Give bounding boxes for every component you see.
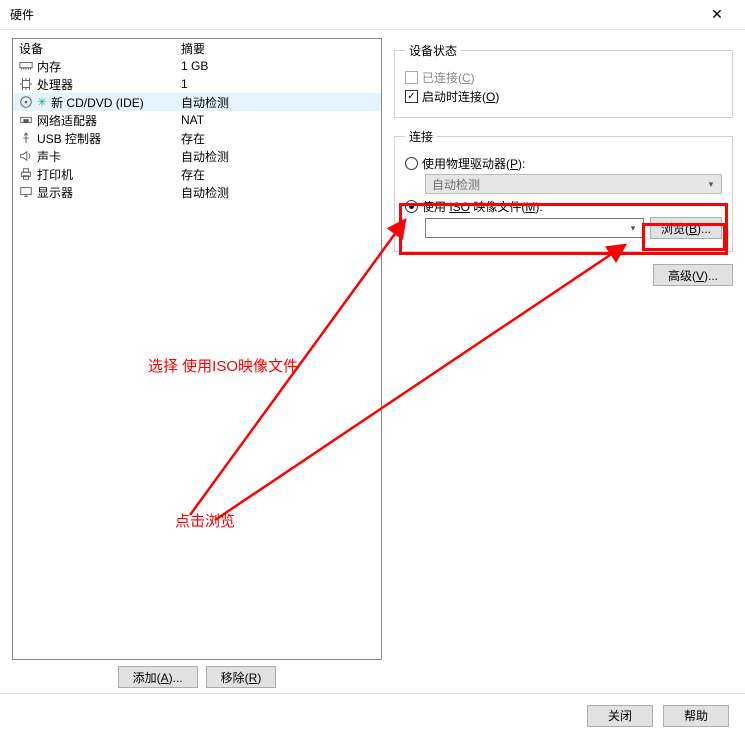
use-iso-radio[interactable] <box>405 200 418 213</box>
device-row[interactable]: 显示器 自动检测 <box>13 183 381 201</box>
device-row[interactable]: 声卡 自动检测 <box>13 147 381 165</box>
browse-button[interactable]: 浏览(B)... <box>650 217 722 239</box>
iso-file-combo[interactable]: ▾ <box>425 218 644 238</box>
device-summary: 1 <box>177 77 375 91</box>
device-summary: 自动检测 <box>177 184 375 201</box>
use-iso-row[interactable]: 使用 ISO 映像文件(M): <box>405 198 722 215</box>
device-summary: 存在 <box>177 166 375 183</box>
device-list-header: 设备 摘要 <box>13 39 381 57</box>
header-device: 设备 <box>19 40 177 57</box>
display-icon <box>19 185 33 199</box>
window-close-button[interactable]: ✕ <box>697 0 737 29</box>
use-physical-label: 使用物理驱动器(P): <box>422 155 525 172</box>
use-iso-label: 使用 ISO 映像文件(M): <box>422 198 543 215</box>
connected-checkbox[interactable] <box>405 71 418 84</box>
connected-label: 已连接(C) <box>422 69 475 86</box>
device-name: 处理器 <box>37 76 73 93</box>
device-summary: NAT <box>177 113 375 127</box>
right-column: 设备状态 已连接(C) ✓ 启动时连接(O) 连接 <box>394 38 733 690</box>
device-summary: 存在 <box>177 130 375 147</box>
device-list: 设备 摘要 内存1 GB处理器1✳新 CD/DVD (IDE)自动检测网络适配器… <box>12 38 382 660</box>
dialog-body: 设备 摘要 内存1 GB处理器1✳新 CD/DVD (IDE)自动检测网络适配器… <box>0 30 745 690</box>
device-row[interactable]: 网络适配器 NAT <box>13 111 381 129</box>
connect-at-power-on-label: 启动时连接(O) <box>422 88 499 105</box>
device-name: 内存 <box>37 58 61 75</box>
device-row[interactable]: 内存 1 GB <box>13 57 381 75</box>
connected-row[interactable]: 已连接(C) <box>405 69 722 86</box>
device-status-group: 设备状态 已连接(C) ✓ 启动时连接(O) <box>394 42 733 118</box>
device-row[interactable]: USB 控制器 存在 <box>13 129 381 147</box>
titlebar: 硬件 ✕ <box>0 0 745 30</box>
physical-drive-combo-row: 自动检测 ▾ <box>425 174 722 194</box>
window-title: 硬件 <box>10 6 697 23</box>
memory-icon <box>19 59 33 73</box>
connection-legend: 连接 <box>405 128 437 145</box>
device-row[interactable]: ✳ 新 CD/DVD (IDE) 自动检测 <box>13 93 381 111</box>
remove-button[interactable]: 移除(R) <box>206 666 277 688</box>
chevron-down-icon: ▾ <box>625 223 641 234</box>
device-name: USB 控制器 <box>37 130 101 147</box>
physical-drive-combo[interactable]: 自动检测 ▾ <box>425 174 722 194</box>
disc-icon <box>19 95 33 109</box>
device-summary: 1 GB <box>177 59 375 73</box>
device-name: 打印机 <box>37 166 73 183</box>
advanced-button[interactable]: 高级(V)... <box>653 264 733 286</box>
device-buttons: 添加(A)... 移除(R) <box>12 666 382 690</box>
usb-icon <box>19 131 33 145</box>
advanced-row: 高级(V)... <box>394 264 733 286</box>
device-name: 显示器 <box>37 184 73 201</box>
use-physical-row[interactable]: 使用物理驱动器(P): <box>405 155 722 172</box>
device-name: 网络适配器 <box>37 112 97 129</box>
device-row[interactable]: 打印机 存在 <box>13 165 381 183</box>
connect-at-power-on-row[interactable]: ✓ 启动时连接(O) <box>405 88 722 105</box>
device-row[interactable]: 处理器 1 <box>13 75 381 93</box>
add-button[interactable]: 添加(A)... <box>118 666 198 688</box>
printer-icon <box>19 167 33 181</box>
device-status-legend: 设备状态 <box>405 42 461 59</box>
header-summary: 摘要 <box>177 40 375 57</box>
connect-at-power-on-checkbox[interactable]: ✓ <box>405 90 418 103</box>
cpu-icon <box>19 77 33 91</box>
device-summary: 自动检测 <box>177 94 375 111</box>
iso-file-row: ▾ 浏览(B)... <box>425 217 722 239</box>
help-button[interactable]: 帮助 <box>663 705 729 727</box>
dialog-footer: 关闭 帮助 <box>0 693 745 737</box>
device-name: 新 CD/DVD (IDE) <box>51 94 144 111</box>
use-physical-radio[interactable] <box>405 157 418 170</box>
device-name: 声卡 <box>37 148 61 165</box>
chevron-down-icon: ▾ <box>703 179 719 190</box>
device-summary: 自动检测 <box>177 148 375 165</box>
connection-group: 连接 使用物理驱动器(P): 自动检测 ▾ 使用 ISO <box>394 128 733 252</box>
sound-icon <box>19 149 33 163</box>
new-icon: ✳ <box>37 95 47 109</box>
left-column: 设备 摘要 内存1 GB处理器1✳新 CD/DVD (IDE)自动检测网络适配器… <box>12 38 382 690</box>
close-button[interactable]: 关闭 <box>587 705 653 727</box>
net-icon <box>19 113 33 127</box>
